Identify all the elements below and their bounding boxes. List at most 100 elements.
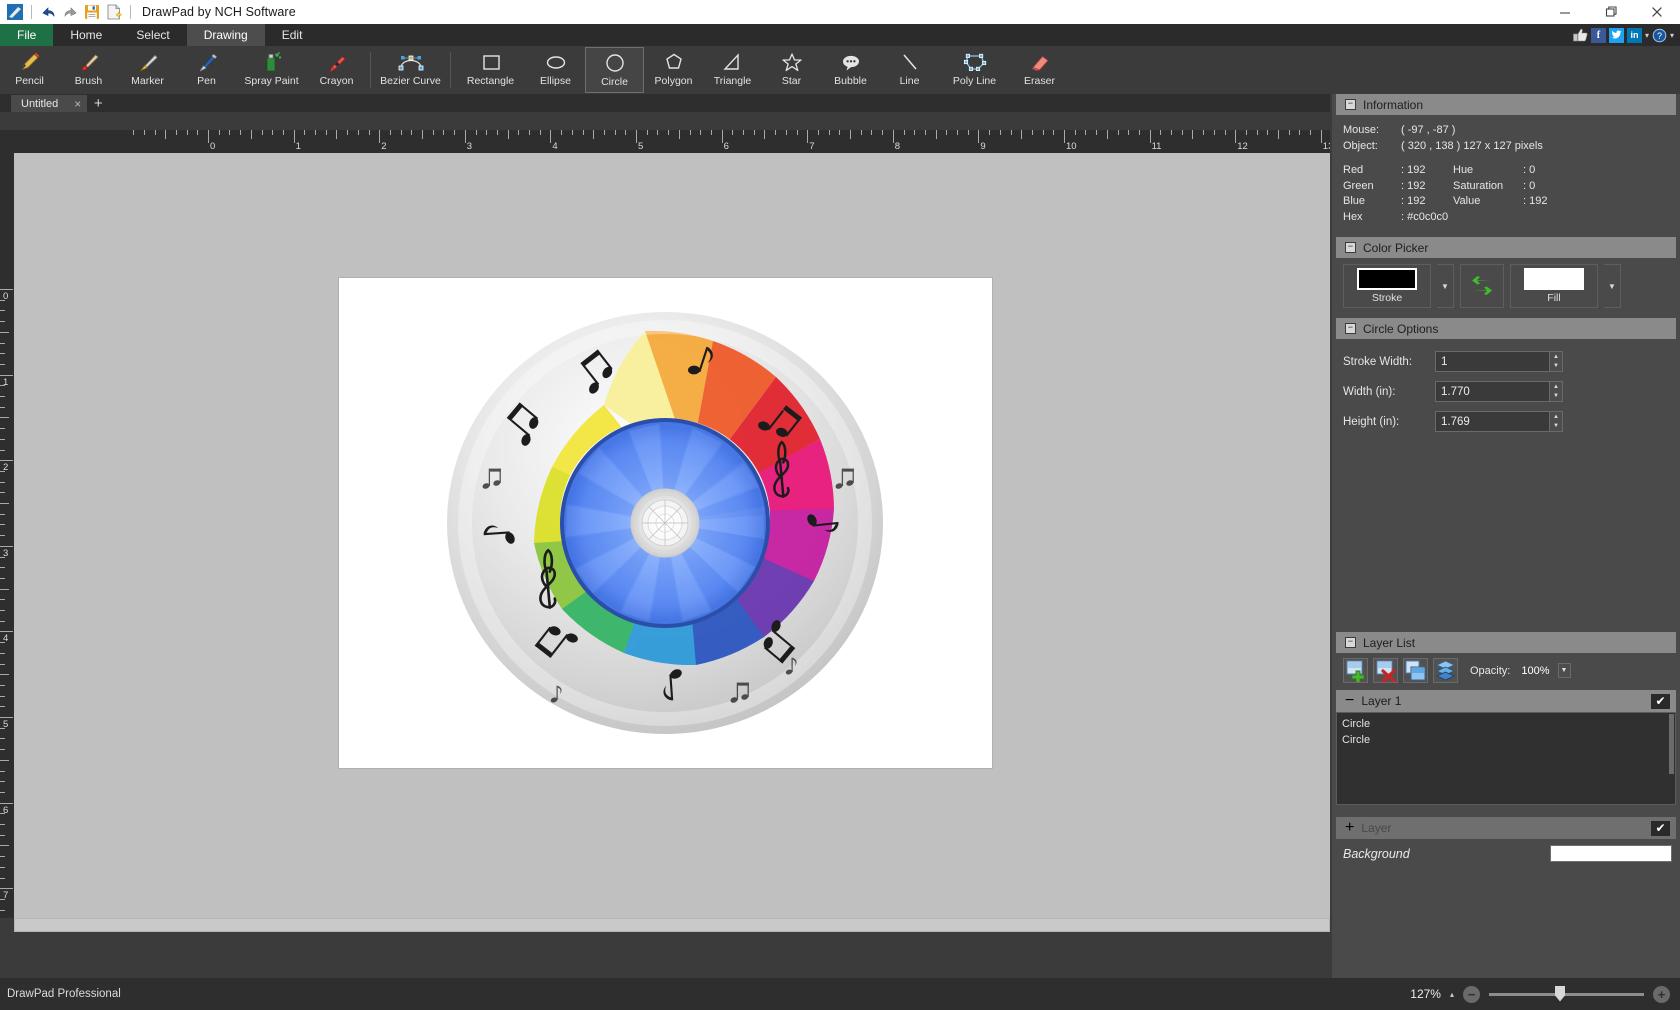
opacity-value[interactable]: 100% <box>1521 665 1549 677</box>
zoom-caret-icon[interactable]: ▴ <box>1450 990 1454 999</box>
maximize-button[interactable] <box>1588 0 1634 24</box>
information-panel-header[interactable]: − Information <box>1336 94 1676 115</box>
undo-icon[interactable] <box>37 1 59 23</box>
help-icon[interactable]: ? <box>1652 28 1667 43</box>
tool-circle[interactable]: Circle <box>585 47 644 93</box>
tool-ellipse[interactable]: Ellipse <box>526 47 585 93</box>
collapse-icon[interactable]: − <box>1345 99 1356 110</box>
circle-options-panel-header[interactable]: − Circle Options <box>1336 318 1676 339</box>
tool-triangle[interactable]: Triangle <box>703 47 762 93</box>
stepper-up-icon[interactable]: ▲ <box>1550 382 1562 392</box>
tool-line[interactable]: Line <box>880 47 939 93</box>
layer-visibility-checkbox[interactable]: ✔ <box>1651 694 1670 709</box>
tool-marker[interactable]: Marker <box>118 47 177 93</box>
minimize-button[interactable] <box>1542 0 1588 24</box>
zoom-level[interactable]: 127% <box>1410 987 1441 1001</box>
collapse-icon[interactable]: − <box>1345 242 1356 253</box>
swap-colors-button[interactable] <box>1460 264 1504 308</box>
tool-poly-line[interactable]: Poly Line <box>939 47 1010 93</box>
stroke-width-input[interactable] <box>1435 351 1550 372</box>
redo-icon[interactable] <box>59 1 81 23</box>
layer-item-layer-1[interactable]: − Layer 1 ✔ <box>1336 690 1676 712</box>
duplicate-layer-button[interactable] <box>1403 658 1428 683</box>
stepper-down-icon[interactable]: ▼ <box>1550 392 1562 402</box>
save-icon[interactable] <box>81 1 103 23</box>
height-stepper[interactable]: ▲ ▼ <box>1435 411 1563 432</box>
collapse-icon[interactable]: − <box>1345 637 1356 648</box>
layer-object-list[interactable]: Circle Circle <box>1336 712 1676 805</box>
tab-home[interactable]: Home <box>53 24 119 46</box>
new-document-icon[interactable] <box>103 1 125 23</box>
width-stepper[interactable]: ▲ ▼ <box>1435 381 1563 402</box>
zoom-slider[interactable] <box>1489 993 1644 996</box>
close-button[interactable] <box>1634 0 1680 24</box>
width-input[interactable] <box>1435 381 1550 402</box>
vertical-ruler[interactable]: 01234567 <box>0 153 14 918</box>
horizontal-scrollbar[interactable] <box>14 918 1330 932</box>
tool-spray-paint[interactable]: Spray Paint <box>236 47 307 93</box>
layer-visibility-checkbox[interactable]: ✔ <box>1651 821 1670 836</box>
stroke-width-stepper[interactable]: ▲ ▼ <box>1435 351 1563 372</box>
linkedin-icon[interactable]: in <box>1627 28 1642 43</box>
document-page[interactable] <box>339 278 992 768</box>
stroke-swatch[interactable] <box>1357 268 1417 290</box>
add-tab-button[interactable]: + <box>87 95 109 112</box>
list-item[interactable]: Circle <box>1342 716 1675 732</box>
twitter-icon[interactable] <box>1609 28 1624 43</box>
add-layer-button[interactable] <box>1343 658 1368 683</box>
tab-edit[interactable]: Edit <box>265 24 320 46</box>
tool-eraser[interactable]: Eraser <box>1010 47 1069 93</box>
facebook-icon[interactable]: f <box>1591 28 1606 43</box>
object-list-scrollbar[interactable] <box>1669 714 1674 774</box>
tab-file[interactable]: File <box>0 24 53 46</box>
help-dropdown-icon[interactable]: ▾ <box>1670 31 1674 40</box>
zoom-slider-thumb[interactable] <box>1555 986 1565 1002</box>
layer-list-panel-header[interactable]: − Layer List <box>1336 632 1676 653</box>
height-input[interactable] <box>1435 411 1550 432</box>
color-picker-panel-header[interactable]: − Color Picker <box>1336 237 1676 258</box>
stepper-down-icon[interactable]: ▼ <box>1550 422 1562 432</box>
canvas-area[interactable] <box>14 153 1330 918</box>
ruler-tick-minor <box>0 728 5 729</box>
scrollbar-thumb[interactable] <box>14 918 1330 932</box>
fill-dropdown-icon[interactable]: ▼ <box>1604 264 1621 308</box>
tool-pen[interactable]: Pen <box>177 47 236 93</box>
close-tab-icon[interactable]: × <box>74 97 81 111</box>
tool-star[interactable]: Star <box>762 47 821 93</box>
tool-bubble[interactable]: Bubble <box>821 47 880 93</box>
tab-drawing[interactable]: Drawing <box>187 24 265 46</box>
fill-swatch[interactable] <box>1524 268 1584 290</box>
delete-layer-button[interactable] <box>1373 658 1398 683</box>
tab-select[interactable]: Select <box>119 24 186 46</box>
tool-bezier-curve[interactable]: Bezier Curve <box>375 47 446 93</box>
opacity-dropdown-icon[interactable]: ▼ <box>1558 663 1571 678</box>
thumbs-up-icon[interactable] <box>1573 28 1588 43</box>
expand-icon[interactable]: + <box>1345 819 1354 837</box>
tool-crayon[interactable]: Crayon <box>307 47 366 93</box>
tool-polygon[interactable]: Polygon <box>644 47 703 93</box>
document-tab-untitled[interactable]: Untitled × <box>11 95 87 112</box>
stepper-arrows[interactable]: ▲ ▼ <box>1550 381 1563 402</box>
stepper-arrows[interactable]: ▲ ▼ <box>1550 411 1563 432</box>
fill-color-button[interactable]: Fill <box>1510 264 1598 308</box>
tool-rectangle[interactable]: Rectangle <box>455 47 526 93</box>
stepper-arrows[interactable]: ▲ ▼ <box>1550 351 1563 372</box>
zoom-in-button[interactable]: + <box>1653 986 1670 1003</box>
stepper-up-icon[interactable]: ▲ <box>1550 412 1562 422</box>
stepper-down-icon[interactable]: ▼ <box>1550 362 1562 372</box>
artwork-music-cd[interactable] <box>444 308 886 738</box>
tool-brush[interactable]: Brush <box>59 47 118 93</box>
collapse-icon[interactable]: − <box>1345 323 1356 334</box>
merge-layer-button[interactable] <box>1433 658 1458 683</box>
list-item[interactable]: Circle <box>1342 732 1675 748</box>
layer-item-layer[interactable]: + Layer ✔ <box>1336 817 1676 839</box>
tool-pencil[interactable]: Pencil <box>0 47 59 93</box>
zoom-out-button[interactable]: − <box>1463 986 1480 1003</box>
stepper-up-icon[interactable]: ▲ <box>1550 352 1562 362</box>
chevron-down-icon[interactable]: ▾ <box>1645 31 1649 40</box>
horizontal-ruler[interactable]: 012345678910111213 <box>14 130 1330 153</box>
collapse-icon[interactable]: − <box>1345 692 1354 710</box>
stroke-dropdown-icon[interactable]: ▼ <box>1437 264 1454 308</box>
stroke-color-button[interactable]: Stroke <box>1343 264 1431 308</box>
background-color-swatch[interactable] <box>1550 845 1672 862</box>
